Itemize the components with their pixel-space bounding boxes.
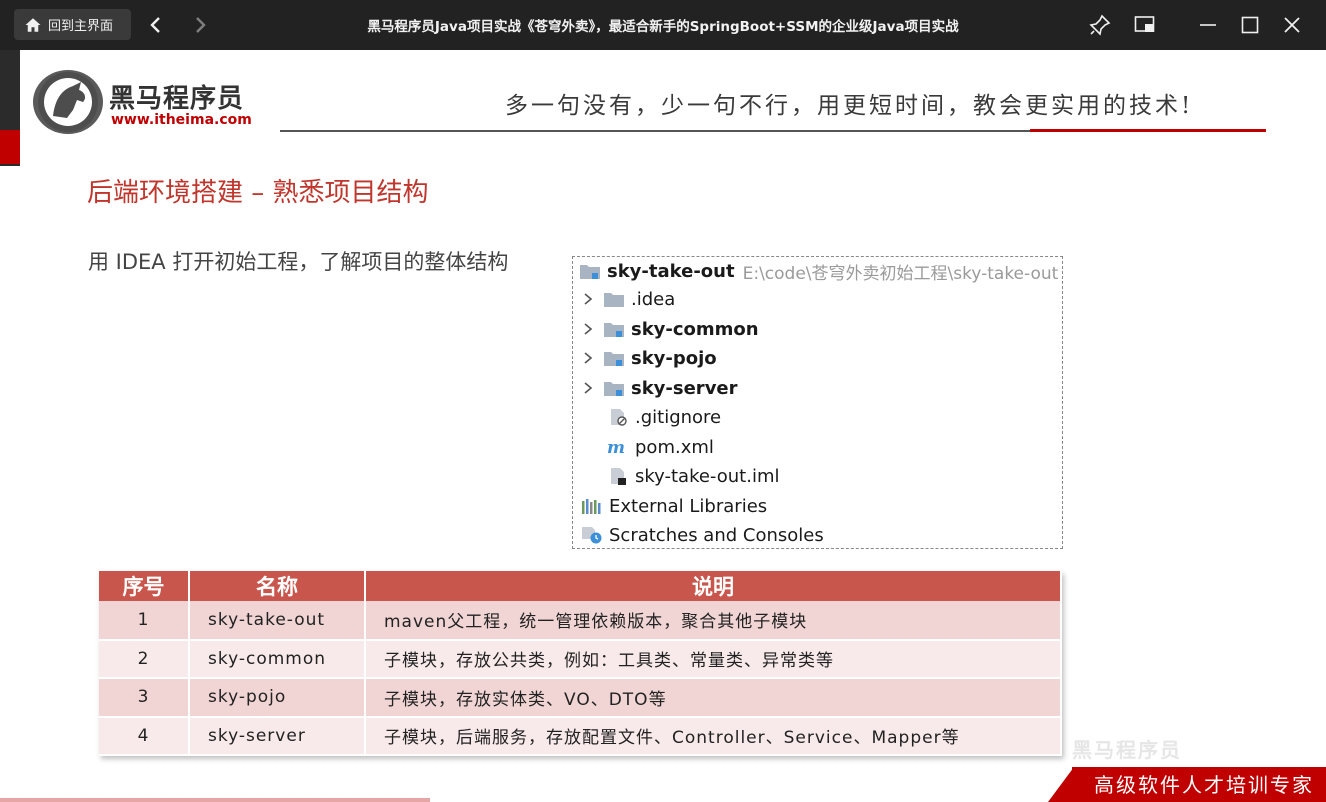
table-cell: sky-server <box>189 716 366 756</box>
tree-item-label: External Libraries <box>609 495 768 517</box>
module-table: 序号 名称 说明 1 sky-take-out maven父工程，统一管理依赖版… <box>99 571 1062 756</box>
svg-text:m: m <box>607 438 625 456</box>
table-cell: 子模块，存放公共类，例如：工具类、常量类、异常类等 <box>365 639 1062 679</box>
tree-item-sky-common[interactable]: sky-common <box>581 315 759 343</box>
picture-in-picture-button[interactable] <box>1132 12 1158 38</box>
tree-item-scratches[interactable]: Scratches and Consoles <box>581 521 824 549</box>
pin-icon <box>1089 14 1111 36</box>
chevron-right-icon <box>584 323 593 335</box>
title-bar: 回到主界面 黑马程序员Java项目实战《苍穹外卖》，最适合新手的SpringBo… <box>0 0 1326 50</box>
tree-item-label: .gitignore <box>635 406 722 428</box>
table-cell: 2 <box>99 639 190 679</box>
footer-slogan: 高级软件人才培训专家 <box>1094 773 1314 797</box>
table-row: 4 sky-server 子模块，后端服务，存放配置文件、Controller、… <box>99 716 1062 756</box>
project-tree: sky-take-out E:\code\苍穹外卖初始工程\sky-take-o… <box>572 256 1063 549</box>
table-cell: 4 <box>99 716 190 756</box>
chevron-right-icon <box>584 382 593 394</box>
folder-icon <box>604 293 624 307</box>
intro-text: 用 IDEA 打开初始工程，了解项目的整体结构 <box>88 250 509 274</box>
module-folder-icon <box>604 323 624 337</box>
video-progress-line <box>0 798 430 802</box>
chevron-right-icon <box>196 17 206 33</box>
header-rule <box>280 130 1030 132</box>
scratches-icon <box>582 527 602 544</box>
tree-item-label: .idea <box>631 288 676 310</box>
column-header: 名称 <box>189 571 366 601</box>
tree-item-idea[interactable]: .idea <box>581 285 675 313</box>
table-cell: 3 <box>99 678 190 718</box>
libraries-icon <box>582 499 601 514</box>
tree-item-label: sky-take-out.iml <box>635 465 780 487</box>
tree-root-label: sky-take-out <box>607 260 735 282</box>
table-cell: 子模块，后端服务，存放配置文件、Controller、Service、Mappe… <box>365 716 1062 756</box>
tree-item-sky-server[interactable]: sky-server <box>581 374 738 402</box>
table-row: 1 sky-take-out maven父工程，统一管理依赖版本，聚合其他子模块 <box>99 601 1062 641</box>
table-header-row: 序号 名称 说明 <box>99 571 1062 601</box>
itheima-logo: 黑马程序员 www.itheima.com <box>33 68 263 138</box>
minimize-button[interactable] <box>1195 12 1221 38</box>
tree-item-pom[interactable]: m pom.xml <box>607 433 714 461</box>
chevron-left-icon <box>150 17 160 33</box>
header-rule-accent <box>1030 129 1266 132</box>
home-button-label: 回到主界面 <box>48 19 114 34</box>
maven-icon: m <box>607 438 625 456</box>
picture-in-picture-icon <box>1134 16 1155 32</box>
table-cell: sky-common <box>189 639 366 679</box>
table-cell: maven父工程，统一管理依赖版本，聚合其他子模块 <box>365 601 1062 641</box>
home-button[interactable]: 回到主界面 <box>14 9 131 40</box>
close-icon <box>1284 17 1300 33</box>
logo-url: www.itheima.com <box>111 112 252 128</box>
pin-button[interactable] <box>1087 12 1113 38</box>
table-row: 3 sky-pojo 子模块，存放实体类、VO、DTO等 <box>99 678 1062 718</box>
table-cell: sky-take-out <box>189 601 366 641</box>
tree-item-label: sky-server <box>631 377 738 399</box>
column-header: 序号 <box>99 571 190 601</box>
tree-item-label: pom.xml <box>635 436 714 458</box>
tree-item-sky-pojo[interactable]: sky-pojo <box>581 344 717 372</box>
tree-item-iml[interactable]: sky-take-out.iml <box>607 462 780 490</box>
module-folder-icon <box>604 352 624 366</box>
horse-logo-icon <box>33 70 103 134</box>
watermark: 黑马程序员 <box>1072 738 1182 762</box>
table-cell: 1 <box>99 601 190 641</box>
slide-heading: 后端环境搭建 – 熟悉项目结构 <box>87 178 429 208</box>
maximize-button[interactable] <box>1237 12 1263 38</box>
table-cell: 子模块，存放实体类、VO、DTO等 <box>365 678 1062 718</box>
column-header: 说明 <box>365 571 1062 601</box>
home-icon <box>25 17 41 32</box>
tree-item-label: sky-common <box>631 318 759 340</box>
maximize-icon <box>1241 16 1259 34</box>
tree-root-path: E:\code\苍穹外卖初始工程\sky-take-out <box>742 263 1059 284</box>
iml-file-icon <box>611 468 626 485</box>
left-red-marker <box>0 130 20 164</box>
minimize-icon <box>1200 24 1216 26</box>
forward-button[interactable] <box>188 13 212 37</box>
tree-root[interactable]: sky-take-out E:\code\苍穹外卖初始工程\sky-take-o… <box>579 257 1058 285</box>
window-title: 黑马程序员Java项目实战《苍穹外卖》，最适合新手的SpringBoot+SSM… <box>367 19 959 35</box>
close-button[interactable] <box>1279 12 1305 38</box>
slogan: 多一句没有，少一句不行，用更短时间，教会更实用的技术! <box>505 93 1194 119</box>
tree-item-label: Scratches and Consoles <box>609 524 824 546</box>
tree-item-external-libraries[interactable]: External Libraries <box>581 492 767 520</box>
ignore-file-icon <box>611 409 627 426</box>
back-button[interactable] <box>144 13 168 37</box>
table-cell: sky-pojo <box>189 678 366 718</box>
chevron-right-icon <box>584 293 593 305</box>
module-folder-icon <box>604 382 624 396</box>
chevron-right-icon <box>584 352 593 364</box>
tree-item-label: sky-pojo <box>631 347 717 369</box>
slide: 黑马程序员 www.itheima.com 多一句没有，少一句不行，用更短时间，… <box>0 50 1326 802</box>
footer-band-corner <box>1048 767 1074 802</box>
logo-text: 黑马程序员 <box>109 84 245 114</box>
tree-item-gitignore[interactable]: .gitignore <box>607 403 721 431</box>
left-edge-lower <box>0 166 20 802</box>
module-folder-icon <box>580 265 600 279</box>
table-row: 2 sky-common 子模块，存放公共类，例如：工具类、常量类、异常类等 <box>99 639 1062 679</box>
